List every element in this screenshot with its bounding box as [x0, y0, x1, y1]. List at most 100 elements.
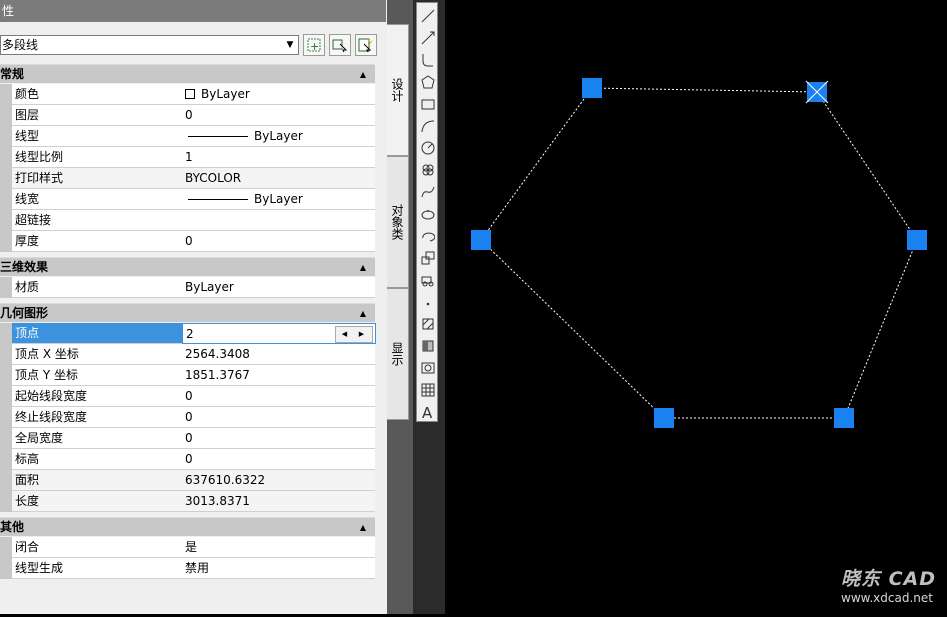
point-tool[interactable] — [419, 293, 436, 310]
grip-vertex-1[interactable] — [582, 78, 602, 98]
mtext-icon: A — [422, 405, 433, 419]
prop-row-global-width[interactable]: 全局宽度 0 — [0, 428, 375, 449]
prop-row-thickness[interactable]: 厚度 0 — [0, 231, 375, 252]
prop-name: 线宽 — [12, 189, 185, 210]
prop-row-linetype-gen[interactable]: 线型生成 禁用 — [0, 558, 375, 579]
select-objects-button[interactable] — [329, 34, 351, 56]
prop-value[interactable]: 禁用 — [182, 558, 375, 579]
tab-design[interactable]: 设计 — [387, 24, 409, 156]
insert-block-tool[interactable] — [419, 249, 436, 266]
prop-row-layer[interactable]: 图层 0 — [0, 105, 375, 126]
prop-value[interactable]: 是 — [182, 537, 375, 558]
point-icon — [426, 302, 429, 305]
prop-row-vertex-y[interactable]: 顶点 Y 坐标 1851.3767 — [0, 365, 375, 386]
prop-value-color[interactable]: ByLayer — [182, 84, 375, 105]
prop-row-elevation[interactable]: 标高 0 — [0, 449, 375, 470]
prop-value-lineweight[interactable]: ByLayer — [182, 189, 375, 210]
prev-vertex-icon[interactable]: ◀ — [336, 327, 353, 342]
grip-vertex-6[interactable] — [471, 230, 491, 250]
quick-select-button[interactable] — [355, 34, 377, 56]
grip-vertex-3[interactable] — [907, 230, 927, 250]
prop-row-end-width[interactable]: 终止线段宽度 0 — [0, 407, 375, 428]
palette-title[interactable]: 性 — [0, 0, 386, 22]
ray-tool[interactable] — [419, 29, 436, 46]
arc-tool[interactable] — [419, 117, 436, 134]
revcloud-tool[interactable] — [419, 161, 436, 178]
polygon-tool[interactable] — [419, 73, 436, 90]
prop-value-linetype[interactable]: ByLayer — [182, 126, 375, 147]
grip-vertex-4[interactable] — [834, 408, 854, 428]
grip-vertex-5[interactable] — [654, 408, 674, 428]
prop-row-closed[interactable]: 闭合 是 — [0, 537, 375, 558]
collapse-icon[interactable]: ▲ — [360, 65, 366, 84]
prop-row-plotstyle[interactable]: 打印样式 BYCOLOR — [0, 168, 375, 189]
prop-value[interactable] — [182, 210, 375, 231]
prop-row-color[interactable]: 颜色 ByLayer — [0, 84, 375, 105]
ellipse-icon — [421, 209, 434, 219]
region-tool[interactable] — [419, 359, 436, 376]
collapse-icon[interactable]: ▲ — [360, 304, 366, 323]
draw-toolbar: A — [416, 2, 438, 422]
next-vertex-icon[interactable]: ▶ — [353, 327, 370, 342]
category-misc[interactable]: 其他 ▲ — [0, 517, 375, 536]
gradient-icon — [422, 340, 433, 351]
prop-value[interactable]: 0 — [182, 428, 375, 449]
prop-value[interactable]: 1 — [182, 147, 375, 168]
prop-value[interactable]: 2564.3408 — [182, 344, 375, 365]
prop-value[interactable]: 0 — [182, 231, 375, 252]
prop-row-length[interactable]: 长度 3013.8371 — [0, 491, 375, 512]
object-type-select[interactable]: 多段线 ▼ — [0, 35, 299, 55]
ellipse-tool[interactable] — [419, 205, 436, 222]
prop-row-area[interactable]: 面积 637610.6322 — [0, 470, 375, 491]
rectangle-tool[interactable] — [419, 95, 436, 112]
category-3d-label: 三维效果 — [0, 260, 49, 274]
prop-value[interactable]: 0 — [182, 386, 375, 407]
region-icon — [421, 362, 434, 373]
prop-value[interactable]: 1851.3767 — [182, 365, 375, 386]
prop-row-ltscale[interactable]: 线型比例 1 — [0, 147, 375, 168]
table-icon — [421, 383, 434, 396]
tab-display[interactable]: 显示 — [387, 288, 409, 420]
prop-row-start-width[interactable]: 起始线段宽度 0 — [0, 386, 375, 407]
spline-tool[interactable] — [419, 183, 436, 200]
properties-palette: 性 多段线 ▼ + 常规 ▲ 颜色 ByLayer 图层 0 线型 ByLaye… — [0, 0, 387, 614]
prop-value[interactable]: 0 — [182, 449, 375, 470]
prop-name: 打印样式 — [12, 168, 185, 189]
prop-value[interactable]: ByLayer — [182, 277, 375, 298]
prop-row-lineweight[interactable]: 线宽 ByLayer — [0, 189, 375, 210]
collapse-icon[interactable]: ▲ — [360, 258, 366, 277]
tab-objects[interactable]: 对象类 — [387, 156, 409, 288]
prop-row-material[interactable]: 材质 ByLayer — [0, 277, 375, 298]
prop-value[interactable]: 0 — [182, 407, 375, 428]
prop-value[interactable]: 0 — [182, 105, 375, 126]
selected-polyline[interactable] — [480, 87, 918, 419]
collapse-icon[interactable]: ▲ — [360, 518, 366, 537]
hatch-tool[interactable] — [419, 315, 436, 332]
ellipse-arc-tool[interactable] — [419, 227, 436, 244]
category-geometry[interactable]: 几何图形 ▲ — [0, 303, 375, 322]
gradient-tool[interactable] — [419, 337, 436, 354]
prop-name: 颜色 — [12, 84, 185, 105]
prop-row-vertex-x[interactable]: 顶点 X 坐标 2564.3408 — [0, 344, 375, 365]
table-tool[interactable] — [419, 381, 436, 398]
vertex-spinner[interactable]: ◀ ▶ — [335, 326, 373, 343]
prop-value-text: ByLayer — [201, 87, 250, 101]
category-3d[interactable]: 三维效果 ▲ — [0, 257, 375, 276]
category-general[interactable]: 常规 ▲ — [0, 64, 375, 83]
category-geometry-label: 几何图形 — [0, 306, 49, 320]
prop-row-linetype[interactable]: 线型 ByLayer — [0, 126, 375, 147]
toggle-pickadd-button[interactable]: + — [303, 34, 325, 56]
make-block-tool[interactable] — [419, 271, 436, 288]
drawing-canvas[interactable] — [445, 0, 947, 614]
prop-row-hyperlink[interactable]: 超链接 — [0, 210, 375, 231]
prop-name: 终止线段宽度 — [12, 407, 185, 428]
polyline-tool[interactable] — [419, 51, 436, 68]
chevron-down-icon[interactable]: ▼ — [284, 39, 296, 51]
prop-name: 起始线段宽度 — [12, 386, 185, 407]
line-tool[interactable] — [419, 7, 436, 24]
prop-row-vertex[interactable]: 顶点 2 ◀ ▶ — [0, 323, 376, 344]
circle-tool[interactable] — [419, 139, 436, 156]
vertex-input[interactable]: 2 ◀ ▶ — [182, 323, 376, 344]
mtext-tool[interactable]: A — [419, 403, 436, 420]
prop-name: 超链接 — [12, 210, 185, 231]
